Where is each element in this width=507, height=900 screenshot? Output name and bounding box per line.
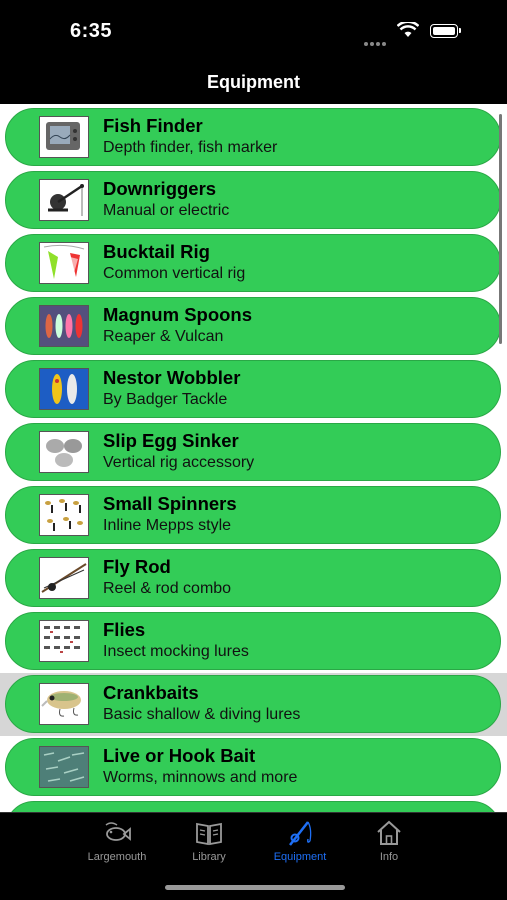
list-item-title: Magnum Spoons xyxy=(103,304,253,325)
wobbler-icon xyxy=(39,368,89,410)
list-item-title: Flies xyxy=(103,619,146,640)
tab-library[interactable]: Library xyxy=(164,819,254,869)
tab-label: Equipment xyxy=(273,851,327,863)
list-item-pill[interactable]: Fly Rod Reel & rod combo xyxy=(5,549,501,607)
status-time: 6:35 xyxy=(70,20,113,42)
list-item-pill[interactable]: Crankbaits Basic shallow & diving lures xyxy=(5,675,501,733)
list-item-subtitle: Vertical rig accessory xyxy=(103,454,255,471)
list-item-partial[interactable] xyxy=(0,799,507,812)
list-item-pill[interactable]: Live or Hook Bait Worms, minnows and more xyxy=(5,738,501,796)
list-item[interactable]: Fly Rod Reel & rod combo xyxy=(0,547,507,610)
list-item-pill[interactable]: Bucktail Rig Common vertical rig xyxy=(5,234,501,292)
list-item-pill[interactable]: Small Spinners Inline Mepps style xyxy=(5,486,501,544)
tab-label: Largemouth xyxy=(87,851,147,863)
list-item-pill[interactable]: Slip Egg Sinker Vertical rig accessory xyxy=(5,423,501,481)
status-bar: 6:35 xyxy=(0,0,507,60)
list-item-subtitle: Manual or electric xyxy=(103,202,230,219)
list-item-pill[interactable]: Downriggers Manual or electric xyxy=(5,171,501,229)
list-item[interactable]: Live or Hook Bait Worms, minnows and more xyxy=(0,736,507,799)
list-item-title: Small Spinners xyxy=(103,493,237,514)
list-item[interactable]: Small Spinners Inline Mepps style xyxy=(0,484,507,547)
home-indicator xyxy=(165,885,345,890)
page-title: Equipment xyxy=(207,72,300,92)
list-item[interactable]: Bucktail Rig Common vertical rig xyxy=(0,232,507,295)
list-item-pill[interactable]: Flies Insect mocking lures xyxy=(5,612,501,670)
list-item[interactable]: Slip Egg Sinker Vertical rig accessory xyxy=(0,421,507,484)
flies-icon xyxy=(39,620,89,662)
tab-label: Library xyxy=(192,851,226,863)
list-item[interactable]: Crankbaits Basic shallow & diving lures xyxy=(0,673,507,736)
bucktail-rig-icon xyxy=(39,242,89,284)
list-item-title: Bucktail Rig xyxy=(103,241,210,262)
list-item[interactable]: Downriggers Manual or electric xyxy=(0,169,507,232)
list-item-title: Downriggers xyxy=(103,178,217,199)
list-item-title: Slip Egg Sinker xyxy=(103,430,239,451)
list-item-title: Nestor Wobbler xyxy=(103,367,241,388)
list-item-pill[interactable]: Fish Finder Depth finder, fish marker xyxy=(5,108,501,166)
spinners-icon xyxy=(39,494,89,536)
navigation-bar: Equipment xyxy=(0,60,507,104)
list-item-title: Fly Rod xyxy=(103,556,171,577)
equipment-list[interactable]: Live or Hook Bait Worms, minnows and more… xyxy=(0,104,507,812)
scrollbar[interactable] xyxy=(499,114,502,344)
list-item[interactable]: Nestor Wobbler By Badger Tackle xyxy=(0,358,507,421)
list-item-subtitle: Common vertical rig xyxy=(103,265,246,282)
wifi-icon xyxy=(396,20,420,43)
list-item-pill[interactable]: Magnum Spoons Reaper & Vulcan xyxy=(5,297,501,355)
egg-sinker-icon xyxy=(39,431,89,473)
list-item[interactable]: Flies Insect mocking lures xyxy=(0,610,507,673)
list-item-pill[interactable]: Nestor Wobbler By Badger Tackle xyxy=(5,360,501,418)
list-item-subtitle: Reaper & Vulcan xyxy=(103,328,224,345)
tab-info[interactable]: Info xyxy=(344,819,434,869)
signal-dots-icon xyxy=(364,33,390,46)
list-item-subtitle: Depth finder, fish marker xyxy=(103,139,278,156)
list-item-subtitle: Worms, minnows and more xyxy=(103,769,298,786)
downrigger-icon xyxy=(39,179,89,221)
list-item-title: Live or Hook Bait xyxy=(103,745,256,766)
list-item-subtitle: Reel & rod combo xyxy=(103,580,232,597)
list-item-subtitle: By Badger Tackle xyxy=(103,391,228,408)
house-icon xyxy=(377,820,401,845)
list-item-subtitle: Insect mocking lures xyxy=(103,643,249,660)
tab-largemouth[interactable]: Largemouth xyxy=(72,819,162,869)
fish-icon xyxy=(105,822,131,841)
rod-icon xyxy=(289,821,312,846)
fly-rod-icon xyxy=(39,557,89,599)
list-item-title: Crankbaits xyxy=(103,682,199,703)
fish-finder-device-icon xyxy=(39,116,89,158)
tab-equipment[interactable]: Equipment xyxy=(255,819,345,869)
spoons-icon xyxy=(39,305,89,347)
crankbait-icon xyxy=(39,683,89,725)
battery-icon xyxy=(430,24,461,38)
live-bait-icon xyxy=(39,746,89,788)
book-icon xyxy=(196,822,222,846)
list-item[interactable]: Magnum Spoons Reaper & Vulcan xyxy=(0,295,507,358)
list-item-subtitle: Basic shallow & diving lures xyxy=(103,706,301,723)
list-item-title: Fish Finder xyxy=(103,115,203,136)
list-item-subtitle: Inline Mepps style xyxy=(103,517,232,534)
list-item-pill[interactable] xyxy=(5,801,501,812)
tab-label: Info xyxy=(379,851,399,863)
list-item[interactable]: Fish Finder Depth finder, fish marker xyxy=(0,106,507,169)
